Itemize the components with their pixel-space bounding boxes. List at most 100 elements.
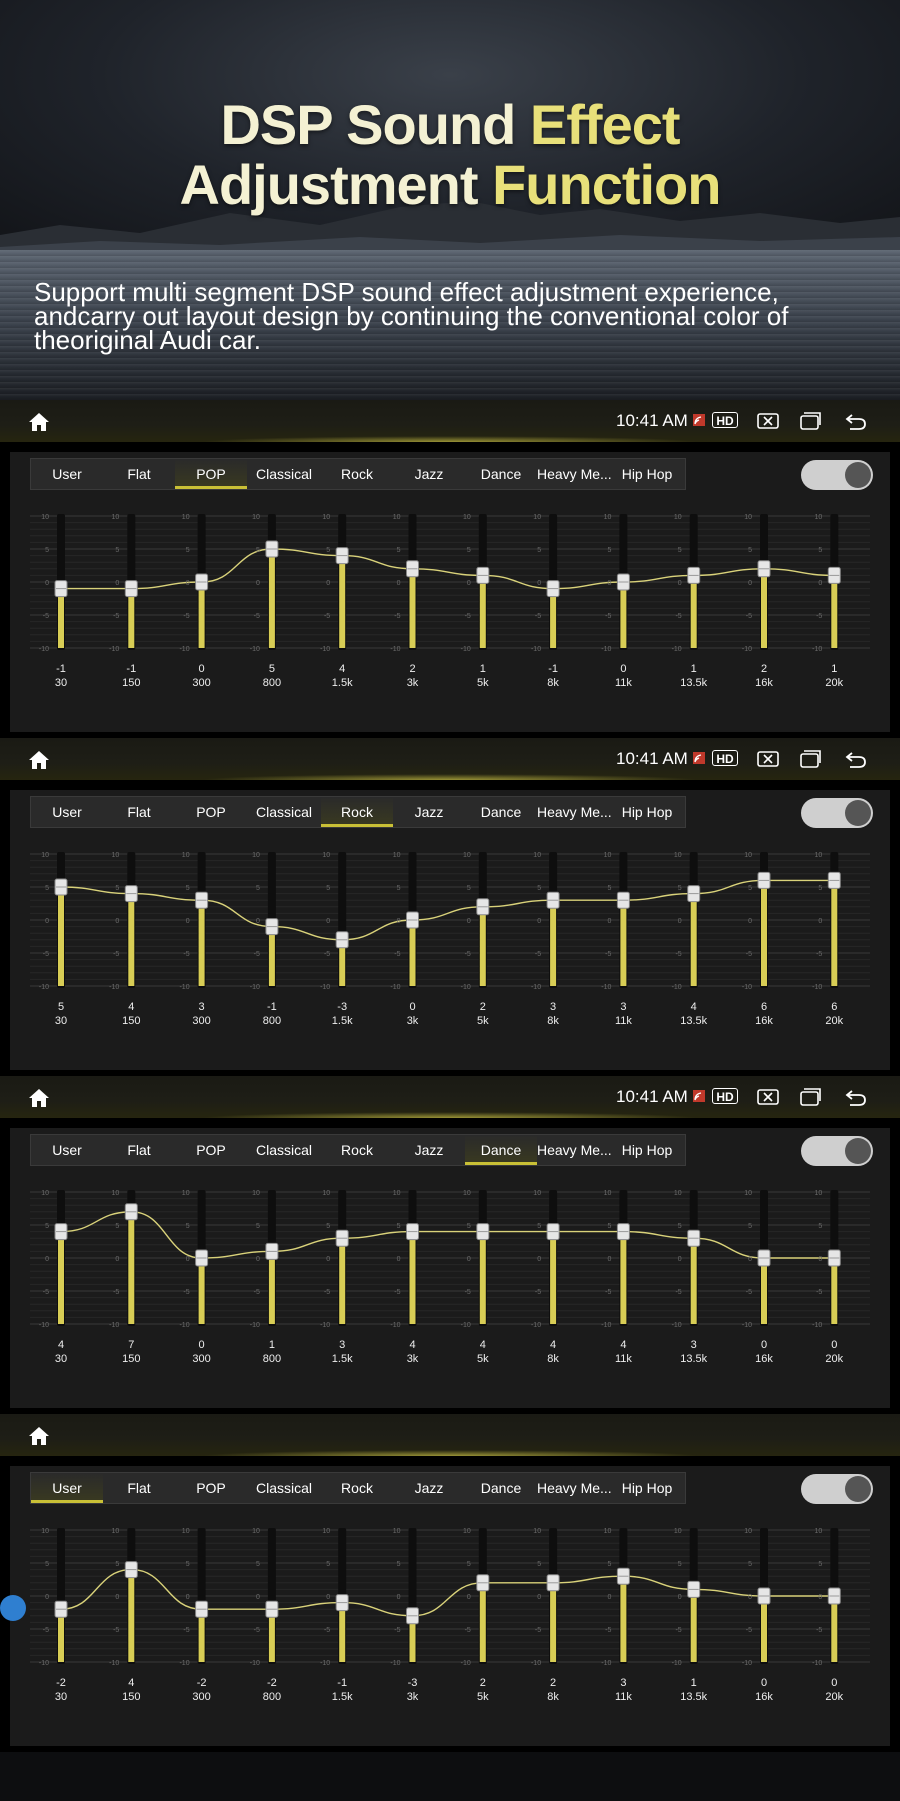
tab-flat[interactable]: Flat: [103, 459, 175, 489]
slider-fill: [198, 1258, 205, 1324]
scale-tick-label: 10: [393, 852, 401, 859]
back-icon[interactable]: [844, 749, 868, 769]
tab-label: POP: [196, 1142, 226, 1158]
tab-jazz[interactable]: Jazz: [393, 1473, 465, 1503]
eq-enable-toggle[interactable]: [801, 460, 873, 490]
slider-freq-label: 150: [122, 1015, 140, 1027]
scale-tick-label: 5: [607, 547, 611, 554]
scale-tick-label: 5: [818, 1561, 822, 1568]
scale-tick-label: 5: [537, 547, 541, 554]
tab-classical[interactable]: Classical: [247, 1135, 321, 1165]
slider-value-label: 0: [199, 663, 205, 675]
scale-tick-label: 5: [115, 1223, 119, 1230]
slider-freq-label: 300: [192, 1691, 210, 1703]
tab-flat[interactable]: Flat: [103, 1473, 175, 1503]
tab-pop[interactable]: POP: [175, 1473, 247, 1503]
tab-jazz[interactable]: Jazz: [393, 1135, 465, 1165]
slider-value-label: 1: [269, 1339, 275, 1351]
slider-freq-label: 16k: [755, 1015, 773, 1027]
window-close-icon[interactable]: [756, 1087, 780, 1107]
tab-dance[interactable]: Dance: [465, 1135, 537, 1165]
tab-rock[interactable]: Rock: [321, 797, 393, 827]
tab-user[interactable]: User: [31, 1473, 103, 1503]
scale-tick-label: 0: [818, 918, 822, 925]
tab-dance[interactable]: Dance: [465, 1473, 537, 1503]
tab-user[interactable]: User: [31, 1135, 103, 1165]
home-icon[interactable]: [28, 1426, 50, 1446]
tab-label: Jazz: [414, 804, 444, 820]
slider-freq-label: 5k: [477, 677, 489, 689]
window-close-icon[interactable]: [756, 411, 780, 431]
scale-tick-label: 0: [537, 1256, 541, 1263]
slider-value-label: 4: [480, 1339, 486, 1351]
tab-flat[interactable]: Flat: [103, 1135, 175, 1165]
eq-enable-toggle[interactable]: [801, 1474, 873, 1504]
tab-classical[interactable]: Classical: [247, 1473, 321, 1503]
tab-hip-hop[interactable]: Hip Hop: [611, 797, 683, 827]
tab-pop[interactable]: POP: [175, 1135, 247, 1165]
scale-tick-label: -5: [746, 1289, 752, 1296]
slider-freq-label: 150: [122, 1353, 140, 1365]
recent-apps-icon[interactable]: [798, 411, 822, 431]
scale-tick-label: -10: [672, 1660, 682, 1667]
home-icon[interactable]: [28, 1088, 50, 1108]
floating-bubble-icon[interactable]: [0, 1595, 26, 1621]
slider-value-label: 0: [831, 1677, 837, 1689]
tab-user[interactable]: User: [31, 459, 103, 489]
scale-tick-label: 0: [748, 1256, 752, 1263]
tab-hip-hop[interactable]: Hip Hop: [611, 1473, 683, 1503]
home-icon[interactable]: [28, 750, 50, 770]
slider-value-label: 0: [761, 1677, 767, 1689]
recent-apps-icon[interactable]: [798, 1087, 822, 1107]
slider-freq-label: 5k: [477, 1691, 489, 1703]
recent-apps-icon[interactable]: [798, 749, 822, 769]
tab-pop[interactable]: POP: [175, 459, 247, 489]
tab-rock[interactable]: Rock: [321, 1135, 393, 1165]
scale-tick-label: 5: [678, 885, 682, 892]
scale-tick-label: -5: [535, 1289, 541, 1296]
tab-heavy-me[interactable]: Heavy Me...: [537, 459, 612, 489]
back-icon[interactable]: [844, 1087, 868, 1107]
scale-tick-label: -5: [746, 613, 752, 620]
slider-freq-label: 11k: [615, 1353, 632, 1365]
tab-label: Dance: [480, 466, 522, 482]
tab-heavy-me[interactable]: Heavy Me...: [537, 1135, 612, 1165]
tab-rock[interactable]: Rock: [321, 459, 393, 489]
tab-jazz[interactable]: Jazz: [393, 797, 465, 827]
eq-enable-toggle[interactable]: [801, 1136, 873, 1166]
tab-rock[interactable]: Rock: [321, 1473, 393, 1503]
tab-user[interactable]: User: [31, 797, 103, 827]
scale-tick-label: 5: [115, 885, 119, 892]
slider-freq-label: 30: [55, 677, 67, 689]
slider-freq-label: 16k: [755, 1353, 773, 1365]
slider-fill: [831, 1258, 838, 1324]
eq-enable-toggle[interactable]: [801, 798, 873, 828]
tab-dance[interactable]: Dance: [465, 797, 537, 827]
tab-heavy-me[interactable]: Heavy Me...: [537, 1473, 612, 1503]
slider-fill: [409, 568, 416, 648]
home-icon[interactable]: [28, 412, 50, 432]
tab-flat[interactable]: Flat: [103, 797, 175, 827]
tab-label: Flat: [127, 804, 151, 820]
slider-freq-label: 8k: [547, 1353, 559, 1365]
scale-tick-label: 5: [186, 885, 190, 892]
tab-classical[interactable]: Classical: [247, 797, 321, 827]
scale-tick-label: -5: [535, 951, 541, 958]
tab-hip-hop[interactable]: Hip Hop: [611, 459, 683, 489]
slider-fill: [761, 880, 767, 986]
slider-freq-label: 8k: [547, 1015, 559, 1027]
tab-dance[interactable]: Dance: [465, 459, 537, 489]
scale-tick-label: 10: [112, 1528, 120, 1535]
tab-jazz[interactable]: Jazz: [393, 459, 465, 489]
slider-fill: [339, 1238, 346, 1324]
back-icon[interactable]: [844, 411, 868, 431]
scale-tick-label: -10: [39, 984, 49, 991]
tab-classical[interactable]: Classical: [247, 459, 321, 489]
scale-tick-label: 0: [537, 918, 541, 925]
slider-freq-label: 800: [263, 677, 281, 689]
scale-tick-label: 10: [533, 1190, 541, 1197]
tab-heavy-me[interactable]: Heavy Me...: [537, 797, 612, 827]
window-close-icon[interactable]: [756, 749, 780, 769]
tab-hip-hop[interactable]: Hip Hop: [611, 1135, 683, 1165]
tab-pop[interactable]: POP: [175, 797, 247, 827]
